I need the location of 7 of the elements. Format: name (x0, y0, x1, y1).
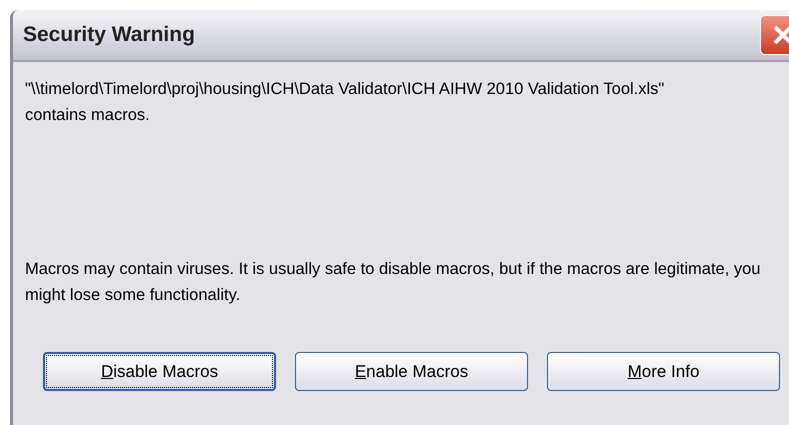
dialog-button[interactable]: Enable Macros (295, 352, 528, 391)
window-title: Security Warning (23, 22, 196, 48)
dialog-button[interactable]: More Info (547, 352, 780, 391)
close-icon (771, 23, 789, 47)
file-notice-text: "\\timelord\Timelord\proj\housing\ICH\Data Validator\ICH AIHW 2010 Validation Tool.xls" contains macros. (25, 79, 666, 126)
dialog-button[interactable]: Disable Macros (43, 352, 276, 391)
warning-text: Macros may contain viruses. It is usually safe to disable macros, but if the macros are legitimate, you might lose some functionality. (25, 259, 762, 306)
